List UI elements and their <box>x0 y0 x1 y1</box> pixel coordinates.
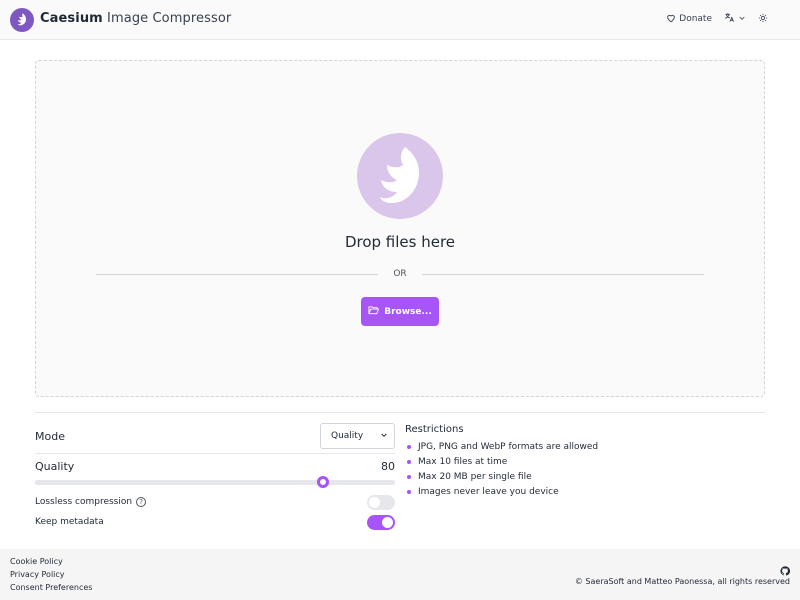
chevron-down-icon <box>738 14 746 25</box>
mode-select-value: Quality <box>331 431 364 441</box>
mode-label: Mode <box>35 429 65 443</box>
browse-button[interactable]: Browse... <box>361 297 439 326</box>
brand-rest: Image Compressor <box>102 11 232 26</box>
top-bar: Caesium Image Compressor Donate <box>0 0 800 40</box>
donate-label: Donate <box>679 14 712 24</box>
drop-files-title: Drop files here <box>344 233 456 251</box>
or-label: OR <box>393 269 407 279</box>
metadata-row: Keep metadata <box>35 514 395 530</box>
toggle-knob <box>369 496 380 508</box>
or-line-right <box>421 273 704 275</box>
or-line-left <box>96 273 379 275</box>
browse-label: Browse... <box>384 306 432 317</box>
caesium-logo-icon[interactable] <box>10 8 34 32</box>
file-drop-zone[interactable]: Drop files here OR Browse... <box>35 60 765 397</box>
translate-icon <box>724 12 735 26</box>
bullet-icon <box>407 459 411 464</box>
quality-label: Quality <box>35 460 75 473</box>
quality-row: Quality 80 <box>35 460 395 473</box>
bird-logo-icon <box>357 133 443 219</box>
donate-button[interactable]: Donate <box>666 13 712 26</box>
list-item: Max 10 files at time <box>405 454 765 469</box>
quality-slider-fill <box>35 480 323 485</box>
toggle-knob <box>382 516 393 528</box>
settings-separator <box>35 453 395 454</box>
restriction-text: Max 10 files at time <box>418 456 508 467</box>
lossless-label: Lossless compression <box>35 497 133 507</box>
keep-metadata-toggle[interactable] <box>367 514 395 530</box>
mode-row: Mode Quality <box>35 423 395 449</box>
restriction-text: Max 20 MB per single file <box>418 471 532 482</box>
metadata-label: Keep metadata <box>35 517 104 527</box>
bullet-icon <box>407 474 411 479</box>
restrictions-title: Restrictions <box>405 424 464 435</box>
select-chevron-icon <box>380 431 388 442</box>
copyright-text: © SaeraSoft and Matteo Paonessa, all rig… <box>574 577 790 586</box>
mode-select[interactable]: Quality <box>320 423 395 449</box>
lossless-row: Lossless compression ? <box>35 494 395 510</box>
cookie-policy-link[interactable]: Cookie Policy <box>10 557 92 567</box>
footer-links: Cookie Policy Privacy Policy Consent Pre… <box>10 557 92 593</box>
lossless-toggle[interactable] <box>367 494 395 510</box>
or-divider: OR <box>96 267 704 281</box>
restrictions-list: JPG, PNG and WebP formats are allowed Ma… <box>405 439 765 499</box>
heart-icon <box>666 13 676 26</box>
brand-strong: Caesium <box>40 11 103 26</box>
quality-value: 80 <box>381 460 395 473</box>
language-selector[interactable] <box>724 12 746 26</box>
restriction-text: JPG, PNG and WebP formats are allowed <box>418 441 599 452</box>
section-divider <box>35 412 765 413</box>
list-item: Images never leave you device <box>405 484 765 499</box>
consent-preferences-link[interactable]: Consent Preferences <box>10 583 92 593</box>
quality-slider-thumb[interactable] <box>317 476 329 488</box>
help-circle-icon[interactable]: ? <box>136 497 147 507</box>
theme-icon <box>758 13 768 26</box>
bullet-icon <box>407 444 411 449</box>
bullet-icon <box>407 489 411 494</box>
list-item: Max 20 MB per single file <box>405 469 765 484</box>
folder-open-icon <box>368 305 380 318</box>
privacy-policy-link[interactable]: Privacy Policy <box>10 570 92 580</box>
footer: Cookie Policy Privacy Policy Consent Pre… <box>0 549 800 600</box>
theme-toggle[interactable] <box>758 13 768 26</box>
restrictions-panel: Restrictions JPG, PNG and WebP formats a… <box>405 424 765 499</box>
header-actions: Donate <box>666 12 768 26</box>
lossless-label-group: Lossless compression ? <box>35 497 147 507</box>
list-item: JPG, PNG and WebP formats are allowed <box>405 439 765 454</box>
restriction-text: Images never leave you device <box>418 486 559 497</box>
quality-slider[interactable] <box>35 476 395 488</box>
app-title: Caesium Image Compressor <box>40 11 231 26</box>
